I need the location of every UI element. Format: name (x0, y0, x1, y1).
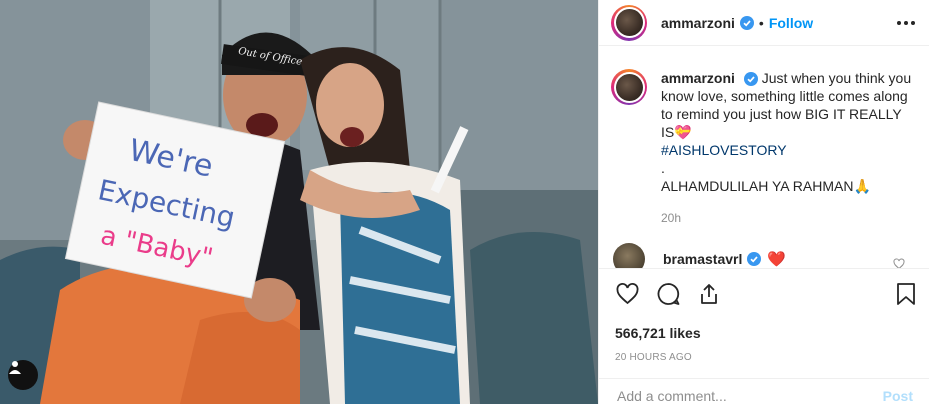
caption-body: ammarzoni Just when you think you know l… (661, 69, 913, 227)
heart-gift-emoji: 💝 (674, 124, 692, 140)
post-button[interactable]: Post (883, 388, 913, 404)
caption: ammarzoni Just when you think you know l… (599, 46, 929, 227)
post-side-panel: ammarzoni • Follow ammarzoni Just when y… (598, 0, 929, 404)
hashtag-link[interactable]: #AISHLOVESTORY (661, 142, 787, 158)
share-icon[interactable] (697, 282, 721, 311)
header-username[interactable]: ammarzoni (661, 15, 735, 31)
tag-user-icon[interactable] (8, 360, 38, 390)
caption-closing: ALHAMDULILAH YA RAHMAN (661, 178, 854, 194)
comment-icon[interactable] (656, 282, 681, 311)
post-timestamp: 20 HOURS AGO (615, 352, 692, 363)
post-actions: 566,721 likes 20 HOURS AGO (599, 268, 929, 363)
list-item: bramastavrl ❤️ (599, 243, 929, 268)
comment-like-icon[interactable] (893, 257, 905, 268)
action-icons (615, 281, 917, 311)
verified-icon (747, 252, 762, 266)
post-header: ammarzoni • Follow (599, 0, 929, 46)
save-icon[interactable] (895, 282, 917, 311)
post-photo[interactable]: We're Expecting a "Baby" Out of Office (0, 0, 598, 404)
more-options-icon[interactable] (897, 20, 915, 25)
comment-content: bramastavrl ❤️ (663, 250, 786, 268)
likes-count[interactable]: 566,721 likes (615, 325, 917, 341)
add-comment-bar: Post (599, 378, 929, 404)
photo-illustration: We're Expecting a "Baby" Out of Office (0, 0, 598, 404)
avatar[interactable] (613, 243, 645, 268)
verified-icon (739, 15, 754, 30)
follow-button[interactable]: Follow (769, 15, 813, 31)
avatar[interactable] (611, 4, 647, 41)
caption-username[interactable]: ammarzoni (661, 70, 735, 86)
pray-emoji: 🙏 (853, 178, 871, 194)
comments-section: ammarzoni Just when you think you know l… (599, 46, 929, 268)
avatar[interactable] (611, 69, 647, 105)
caption-dot-line: . (661, 160, 665, 176)
comment-input[interactable] (617, 387, 883, 404)
separator-dot: • (758, 14, 764, 31)
verified-icon (743, 72, 758, 87)
like-icon[interactable] (615, 282, 640, 311)
comment-username[interactable]: bramastavrl (663, 251, 742, 267)
caption-time[interactable]: 20h (661, 209, 913, 227)
comment-text: ❤️ (767, 251, 787, 268)
